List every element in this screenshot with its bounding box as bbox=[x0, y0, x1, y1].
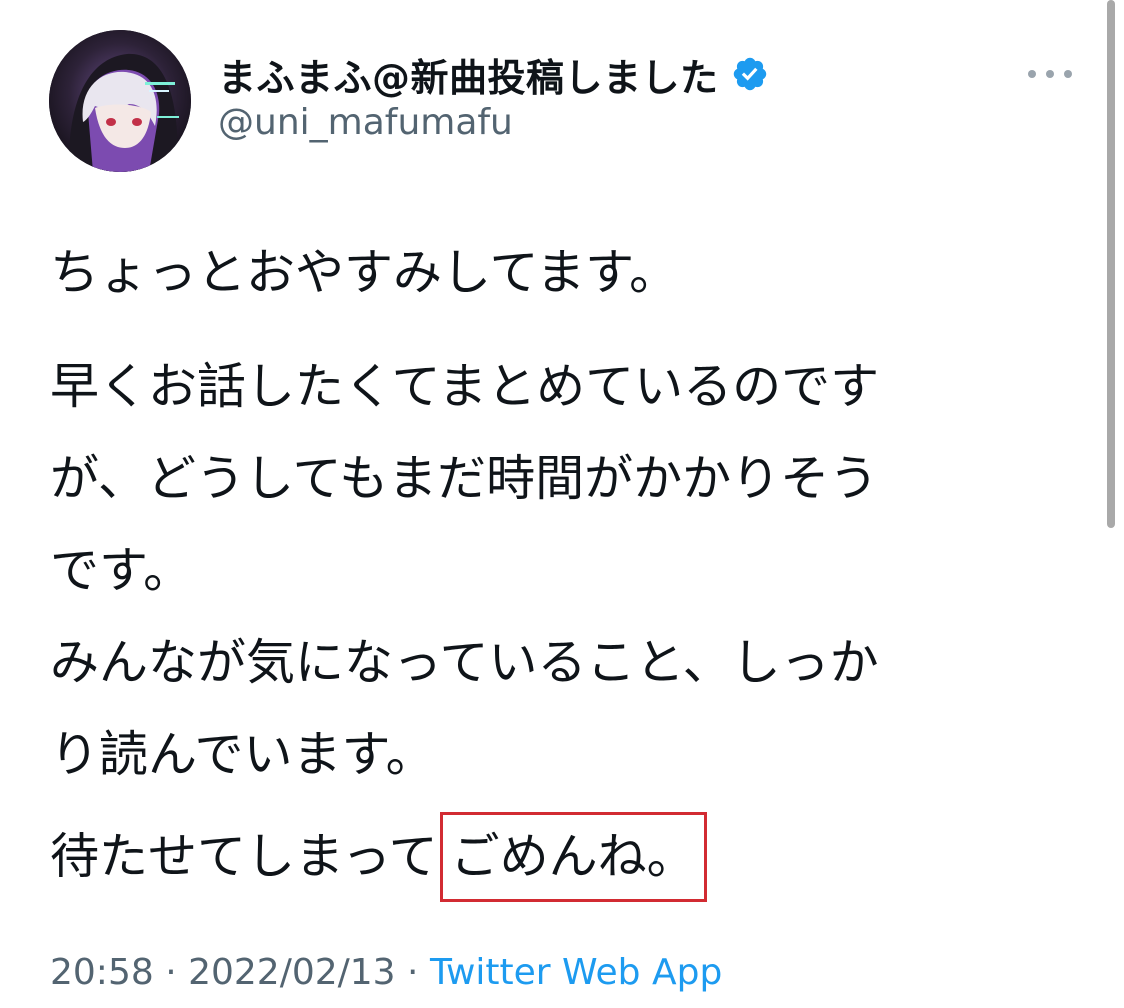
tweet-meta: 20:58 · 2022/02/13 · Twitter Web App bbox=[50, 952, 722, 993]
tweet-text: ちょっとおやすみしてます。 早くお話したくてまとめているのです が、どうしてもま… bbox=[50, 238, 1060, 904]
more-dot bbox=[1046, 70, 1054, 78]
tweet-date[interactable]: 2022/02/13 bbox=[188, 952, 396, 993]
tweet-line: り読んでいます。 bbox=[50, 726, 435, 783]
meta-separator: · bbox=[153, 952, 189, 993]
tweet-line: みんなが気になっていること、しっか bbox=[50, 634, 879, 691]
tweet-line: ちょっとおやすみしてます。 bbox=[50, 244, 679, 301]
avatar[interactable] bbox=[49, 30, 191, 172]
more-horizontal-icon[interactable] bbox=[1028, 58, 1072, 90]
author-display-name[interactable]: まふまふ@新曲投稿しました bbox=[218, 47, 719, 102]
tweet-line-prefix: 待たせてしまって bbox=[50, 828, 438, 885]
author-handle[interactable]: @uni_mafumafu bbox=[218, 102, 513, 143]
tweet-line-last: 待たせてしまって ごめんね。 bbox=[50, 812, 1060, 904]
more-dot bbox=[1064, 70, 1072, 78]
tweet-line: 早くお話したくてまとめているのです bbox=[50, 358, 880, 415]
tweet-line: が、どうしてもまだ時間がかかりそう bbox=[50, 450, 879, 507]
more-dot bbox=[1028, 70, 1036, 78]
author-name-row[interactable]: まふまふ@新曲投稿しました bbox=[218, 48, 769, 100]
highlight-box: ごめんね。 bbox=[439, 812, 707, 902]
avatar-image bbox=[49, 30, 191, 172]
tweet-card: まふまふ@新曲投稿しました @uni_mafumafu ちょっとおやすみしてます… bbox=[0, 0, 1124, 1008]
tweet-time[interactable]: 20:58 bbox=[50, 952, 154, 993]
meta-separator: · bbox=[395, 952, 430, 993]
verified-badge-icon bbox=[733, 57, 766, 91]
tweet-line: です。 bbox=[50, 542, 193, 599]
tweet-source-link[interactable]: Twitter Web App bbox=[430, 952, 722, 993]
scrollbar[interactable] bbox=[1107, 0, 1115, 528]
